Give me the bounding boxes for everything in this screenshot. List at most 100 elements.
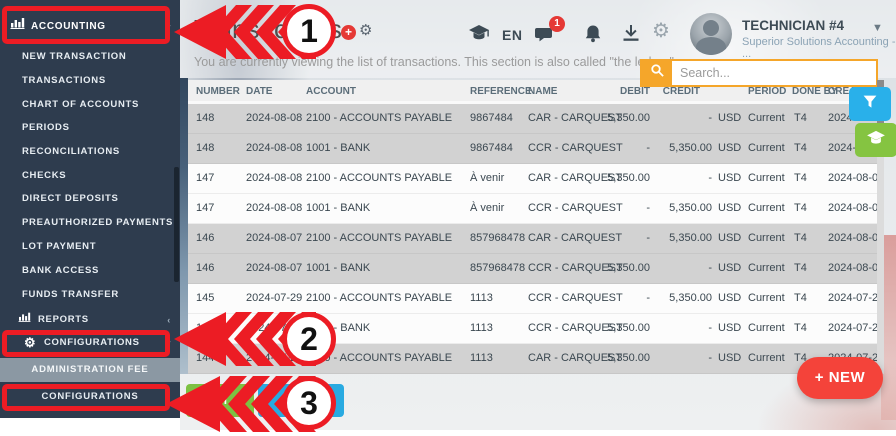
avatar-silhouette [703,20,719,36]
search-button[interactable] [642,61,672,85]
table-cell: - [650,344,712,373]
app-window: Transactions You are currently viewing t… [0,0,896,436]
table-cell: 5,350.00 [592,164,650,193]
graduation-cap-icon [866,130,886,151]
table-cell: 5,350.00 [592,254,650,283]
col-header-date[interactable]: DATE [246,80,272,104]
sidebar-item-chart-of-accounts[interactable]: CHART OF ACCOUNTS [0,94,180,116]
table-cell: 5,350.00 [592,344,650,373]
sidebar-item-funds-transfer[interactable]: FUNDS TRANSFER [0,284,180,306]
sidebar-item-reconciliations[interactable]: RECONCILIATIONS [0,141,180,163]
table-cell: 2024-08-08 [828,194,884,223]
table-cell: 857968478 [470,254,525,283]
sidebar-item-new-transaction[interactable]: NEW TRANSACTION [0,46,180,68]
table-cell: 5,350.00 [650,194,712,223]
table-cell: 2100 - ACCOUNTS PAYABLE [306,104,452,133]
table-cell: 9867484 [470,104,513,133]
table-cell: 857968478 [470,224,525,253]
user-organization: Superior Solutions Accounting - ... [742,36,896,60]
sidebar-item-periods[interactable]: PERIODS [0,117,180,139]
filter-button[interactable] [849,87,891,121]
table-cell: À venir [470,194,504,223]
table-row[interactable]: 1472024-08-081001 - BANKÀ venirCCR - CAR… [188,194,883,224]
table-cell: 2024-08-07 [246,224,302,253]
table-cell: 1001 - BANK [306,254,370,283]
sidebar-item-transactions[interactable]: TRANSACTIONS [0,70,180,92]
table-cell: 2024-08-08 [828,164,884,193]
user-menu-caret-icon[interactable]: ▼ [872,22,883,34]
table-cell: 1113 [470,344,493,373]
table-cell: T4 [794,314,807,343]
search-bar [640,59,878,87]
table-cell: 2024-08-08 [246,134,302,163]
table-cell: Current [748,254,785,283]
sidebar-item-checks[interactable]: CHECKS [0,165,180,187]
tutorial-button[interactable] [855,123,896,157]
sidebar-item-direct-deposits[interactable]: DIRECT DEPOSITS [0,188,180,210]
table-cell: 1001 - BANK [306,194,370,223]
funnel-icon [862,94,878,115]
add-icon[interactable]: + [341,25,356,40]
sidebar-item-bank-access[interactable]: BANK ACCESS [0,260,180,282]
table-cell: - [592,224,650,253]
table-cell: USD [718,134,741,163]
col-header-reference[interactable]: REFERENCE [470,80,532,104]
col-header-name[interactable]: NAME [528,80,557,104]
table-cell: 2024-08-08 [828,224,884,253]
table-cell: T4 [794,134,807,163]
table-cell: 2100 - ACCOUNTS PAYABLE [306,164,452,193]
bell-icon[interactable] [583,24,603,49]
table-cell: 145 [196,284,214,313]
table-cell: - [650,254,712,283]
graduation-cap-icon[interactable] [468,24,490,47]
settings-gear-icon[interactable]: ⚙ [359,21,372,39]
table-cell: 2024-08-07 [246,254,302,283]
table-cell: 148 [196,134,214,163]
table-cell: 2100 - ACCOUNTS PAYABLE [306,224,452,253]
avatar[interactable] [690,13,732,55]
annotation-step-3: 3 [282,376,336,430]
table-cell: Current [748,284,785,313]
table-cell: 2024-08-08 [246,194,302,223]
table-row[interactable]: 1462024-08-071001 - BANK857968478CCR - C… [188,254,883,284]
sidebar-scrollbar-thumb[interactable] [174,167,179,282]
table-row[interactable]: 1462024-08-072100 - ACCOUNTS PAYABLE8579… [188,224,883,254]
table-cell: Current [748,344,785,373]
col-header-account[interactable]: ACCOUNT [306,80,356,104]
gear-icon[interactable]: ⚙ [652,21,670,41]
search-input[interactable] [672,61,876,85]
download-icon[interactable] [621,24,641,49]
table-cell: 5,350.00 [650,284,712,313]
sidebar-item-lot-payment[interactable]: LOT PAYMENT [0,236,180,258]
table-cell: 1113 [470,284,493,313]
table-cell: T4 [794,104,807,133]
table-row[interactable]: 1482024-08-081001 - BANK9867484CCR - CAR… [188,134,883,164]
annotation-step-1: 1 [282,4,336,58]
sidebar-item-administration-fee[interactable]: ADMINISTRATION FEE [0,358,180,382]
table-cell: Current [748,164,785,193]
sidebar-item-reports[interactable]: REPORTS ‹ [0,309,180,331]
user-name: TECHNICIAN #4 [742,18,844,33]
new-transaction-button[interactable]: + NEW [797,357,883,399]
table-cell: - [650,104,712,133]
notification-badge: 1 [549,16,565,32]
table-cell: 5,350.00 [650,134,712,163]
table-cell: - [650,314,712,343]
annotation-step-2: 2 [282,312,336,366]
table-cell: T4 [794,224,807,253]
table-cell: 2024-07-29 [828,284,884,313]
table-cell: À venir [470,164,504,193]
table-cell: - [592,134,650,163]
language-selector[interactable]: EN [502,27,522,43]
col-header-number[interactable]: NUMBER [196,80,240,104]
table-cell: 5,350.00 [592,104,650,133]
search-icon [650,63,665,83]
table-cell: 2024-08-08 [828,254,884,283]
table-row[interactable]: 1482024-08-082100 - ACCOUNTS PAYABLE9867… [188,104,883,134]
sidebar-item-preauthorized-payments[interactable]: PREAUTHORIZED PAYMENTS [0,212,180,234]
table-cell: 148 [196,104,214,133]
table-cell: 2024-07-29 [828,314,884,343]
table-cell: T4 [794,254,807,283]
table-row[interactable]: 1472024-08-082100 - ACCOUNTS PAYABLEÀ ve… [188,164,883,194]
table-cell: USD [718,344,741,373]
